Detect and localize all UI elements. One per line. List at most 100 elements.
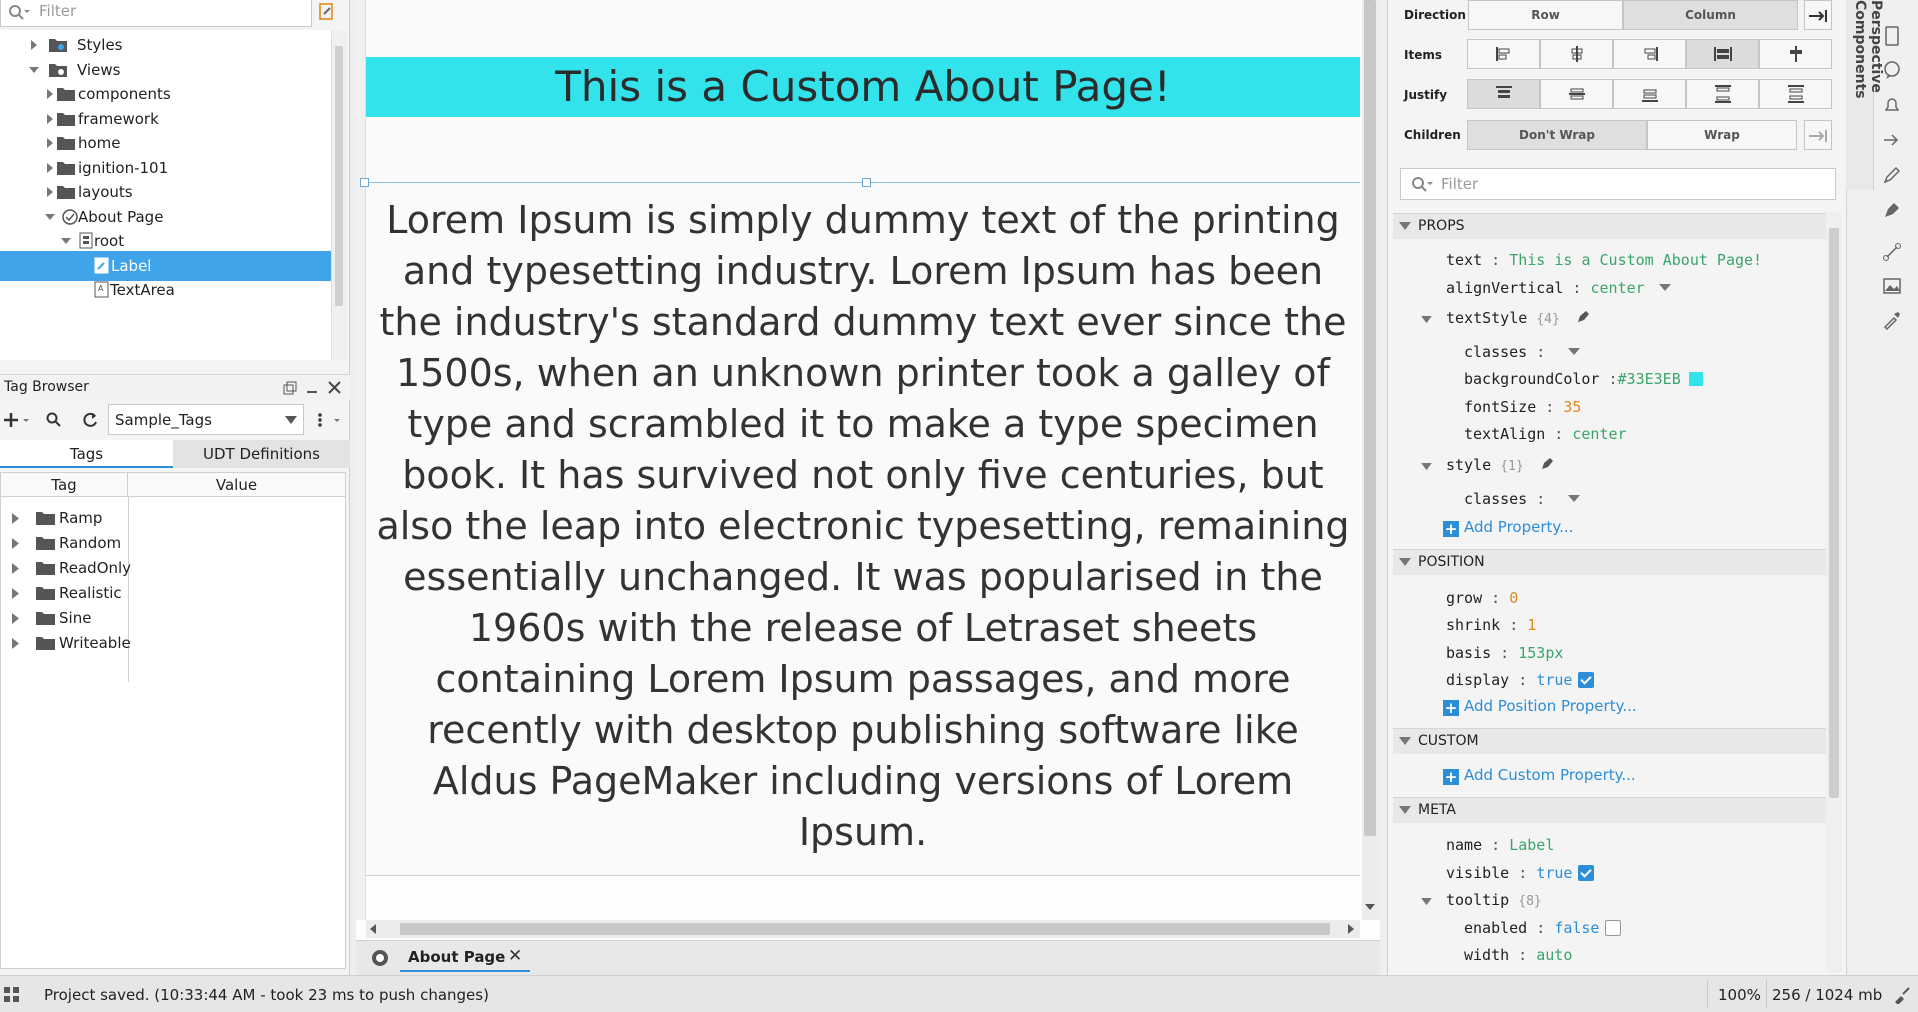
link-icon[interactable] [1880, 240, 1904, 264]
expand-arrow-icon[interactable] [44, 137, 56, 149]
close-tab-icon[interactable]: ✕ [508, 946, 522, 966]
prop-backgroundcolor[interactable]: backgroundColor :#33E3EB [1464, 370, 1703, 394]
dont-wrap-button[interactable]: Don't Wrap [1467, 120, 1647, 150]
justify-center-button[interactable] [1540, 79, 1613, 109]
image-icon[interactable] [1880, 274, 1904, 298]
collapse-arrow-icon[interactable] [1421, 898, 1432, 906]
justify-end-button[interactable] [1613, 79, 1686, 109]
section-position[interactable]: POSITION [1393, 549, 1826, 575]
pen-tool-icon[interactable] [1880, 198, 1904, 222]
tag-row-writeable[interactable]: Writeable [1, 631, 131, 656]
expand-arrow-icon[interactable] [11, 563, 21, 574]
prop-style[interactable]: style {1} [1446, 456, 1555, 480]
comment-icon[interactable] [1880, 58, 1904, 82]
close-icon[interactable] [327, 380, 342, 395]
prop-text[interactable]: text : This is a Custom About Page! [1446, 251, 1762, 275]
refresh-icon[interactable] [81, 411, 99, 429]
collapse-arrow-icon[interactable] [1399, 806, 1411, 815]
align-items-stretch-button[interactable] [1686, 39, 1759, 69]
tree-filter-input[interactable]: Filter [0, 0, 312, 27]
bell-icon[interactable] [1880, 93, 1904, 117]
label-component-text[interactable]: This is a Custom About Page! [366, 57, 1360, 117]
prop-value[interactable]: auto [1536, 946, 1572, 964]
align-items-end-button[interactable] [1613, 39, 1686, 69]
direction-row-button[interactable]: Row [1468, 0, 1623, 30]
align-items-start-button[interactable] [1467, 39, 1540, 69]
float-panel-icon[interactable] [283, 381, 297, 395]
align-items-center-button[interactable] [1540, 39, 1613, 69]
justify-start-button[interactable] [1467, 79, 1540, 109]
prop-fontsize[interactable]: fontSize : 35 [1464, 398, 1581, 422]
minimize-icon[interactable] [305, 381, 319, 395]
tab-tags[interactable]: Tags [0, 440, 173, 468]
expand-arrow-icon[interactable] [11, 513, 21, 524]
display-checkbox[interactable] [1578, 672, 1595, 688]
doc-tab-about-page[interactable]: About Page ✕ [400, 944, 530, 972]
scroll-left-icon[interactable] [368, 923, 378, 935]
mobile-icon[interactable] [1880, 24, 1904, 48]
tree-scrollbar-thumb[interactable] [335, 46, 343, 306]
canvas-vertical-scrollbar-thumb[interactable] [1364, 0, 1376, 836]
prop-grow[interactable]: grow : 0 [1446, 589, 1518, 613]
prop-enabled[interactable]: enabled : false [1464, 919, 1622, 943]
expand-arrow-icon[interactable] [44, 186, 56, 198]
perspective-components-tab[interactable]: Perspective Components [1846, 0, 1884, 190]
prop-value[interactable]: 153px [1518, 644, 1563, 662]
swap-direction-button[interactable] [1804, 0, 1832, 30]
prop-value[interactable]: Label [1509, 836, 1554, 854]
justify-space-between-button[interactable] [1686, 79, 1759, 109]
gc-broom-icon[interactable] [1893, 986, 1911, 1004]
tag-row-readonly[interactable]: ReadOnly [1, 556, 131, 581]
section-props[interactable]: PROPS [1393, 213, 1826, 239]
tag-row-sine[interactable]: Sine [1, 606, 131, 631]
prop-value[interactable]: center [1591, 279, 1645, 297]
collapse-arrow-icon[interactable] [44, 211, 56, 223]
locate-button[interactable] [316, 1, 342, 25]
expand-arrow-icon[interactable] [44, 113, 56, 125]
expand-arrow-icon[interactable] [28, 39, 40, 51]
eyedropper-icon[interactable] [1880, 308, 1904, 332]
collapse-arrow-icon[interactable] [60, 235, 72, 247]
collapse-arrow-icon[interactable] [1399, 737, 1411, 746]
prop-basis[interactable]: basis : 153px [1446, 644, 1563, 668]
wrap-button[interactable]: Wrap [1647, 120, 1797, 150]
pencil-icon[interactable] [1880, 163, 1904, 187]
style-brush-icon[interactable] [1575, 309, 1591, 325]
justify-space-around-button[interactable] [1759, 79, 1832, 109]
prop-textalign[interactable]: textAlign : center [1464, 425, 1627, 449]
prop-display[interactable]: display : true [1446, 671, 1595, 695]
prop-textstyle-classes[interactable]: classes : [1464, 343, 1581, 367]
grid-menu-icon[interactable] [3, 986, 21, 1004]
collapse-arrow-icon[interactable] [1399, 222, 1411, 231]
dropdown-arrow-icon[interactable] [1568, 495, 1581, 502]
collapse-arrow-icon[interactable] [1399, 558, 1411, 567]
expand-arrow-icon[interactable] [44, 162, 56, 174]
prop-name[interactable]: name : Label [1446, 836, 1554, 860]
prop-textstyle[interactable]: textStyle {4} [1446, 309, 1591, 333]
property-scrollbar-thumb[interactable] [1829, 228, 1839, 798]
expand-arrow-icon[interactable] [11, 613, 21, 624]
memory-usage[interactable]: 256 / 1024 mb [1772, 986, 1882, 1004]
prop-value[interactable]: This is a Custom About Page! [1509, 251, 1762, 269]
align-items-baseline-button[interactable] [1759, 39, 1832, 69]
arrow-right-icon[interactable] [1880, 128, 1904, 152]
style-brush-icon[interactable] [1539, 456, 1555, 472]
prop-visible[interactable]: visible : true [1446, 864, 1595, 888]
direction-column-button[interactable]: Column [1623, 0, 1798, 30]
column-header-tag[interactable]: Tag [1, 473, 128, 497]
dropdown-arrow-icon[interactable] [1568, 348, 1581, 355]
tag-row-random[interactable]: Random [1, 531, 131, 556]
canvas-horizontal-scrollbar-thumb[interactable] [400, 923, 1330, 935]
prop-value[interactable]: center [1572, 425, 1626, 443]
add-tag-icon[interactable] [4, 412, 30, 428]
collapse-arrow-icon[interactable] [28, 64, 40, 76]
prop-value[interactable]: 1 [1527, 616, 1536, 634]
visible-checkbox[interactable] [1578, 865, 1595, 881]
search-icon[interactable] [46, 412, 62, 428]
prop-width[interactable]: width : auto [1464, 946, 1572, 970]
tag-row-realistic[interactable]: Realistic [1, 581, 131, 606]
resize-handle[interactable] [862, 178, 871, 187]
prop-value[interactable]: 35 [1563, 398, 1581, 416]
property-filter-input[interactable]: Filter [1400, 168, 1836, 200]
prop-style-classes[interactable]: classes : [1464, 490, 1581, 514]
